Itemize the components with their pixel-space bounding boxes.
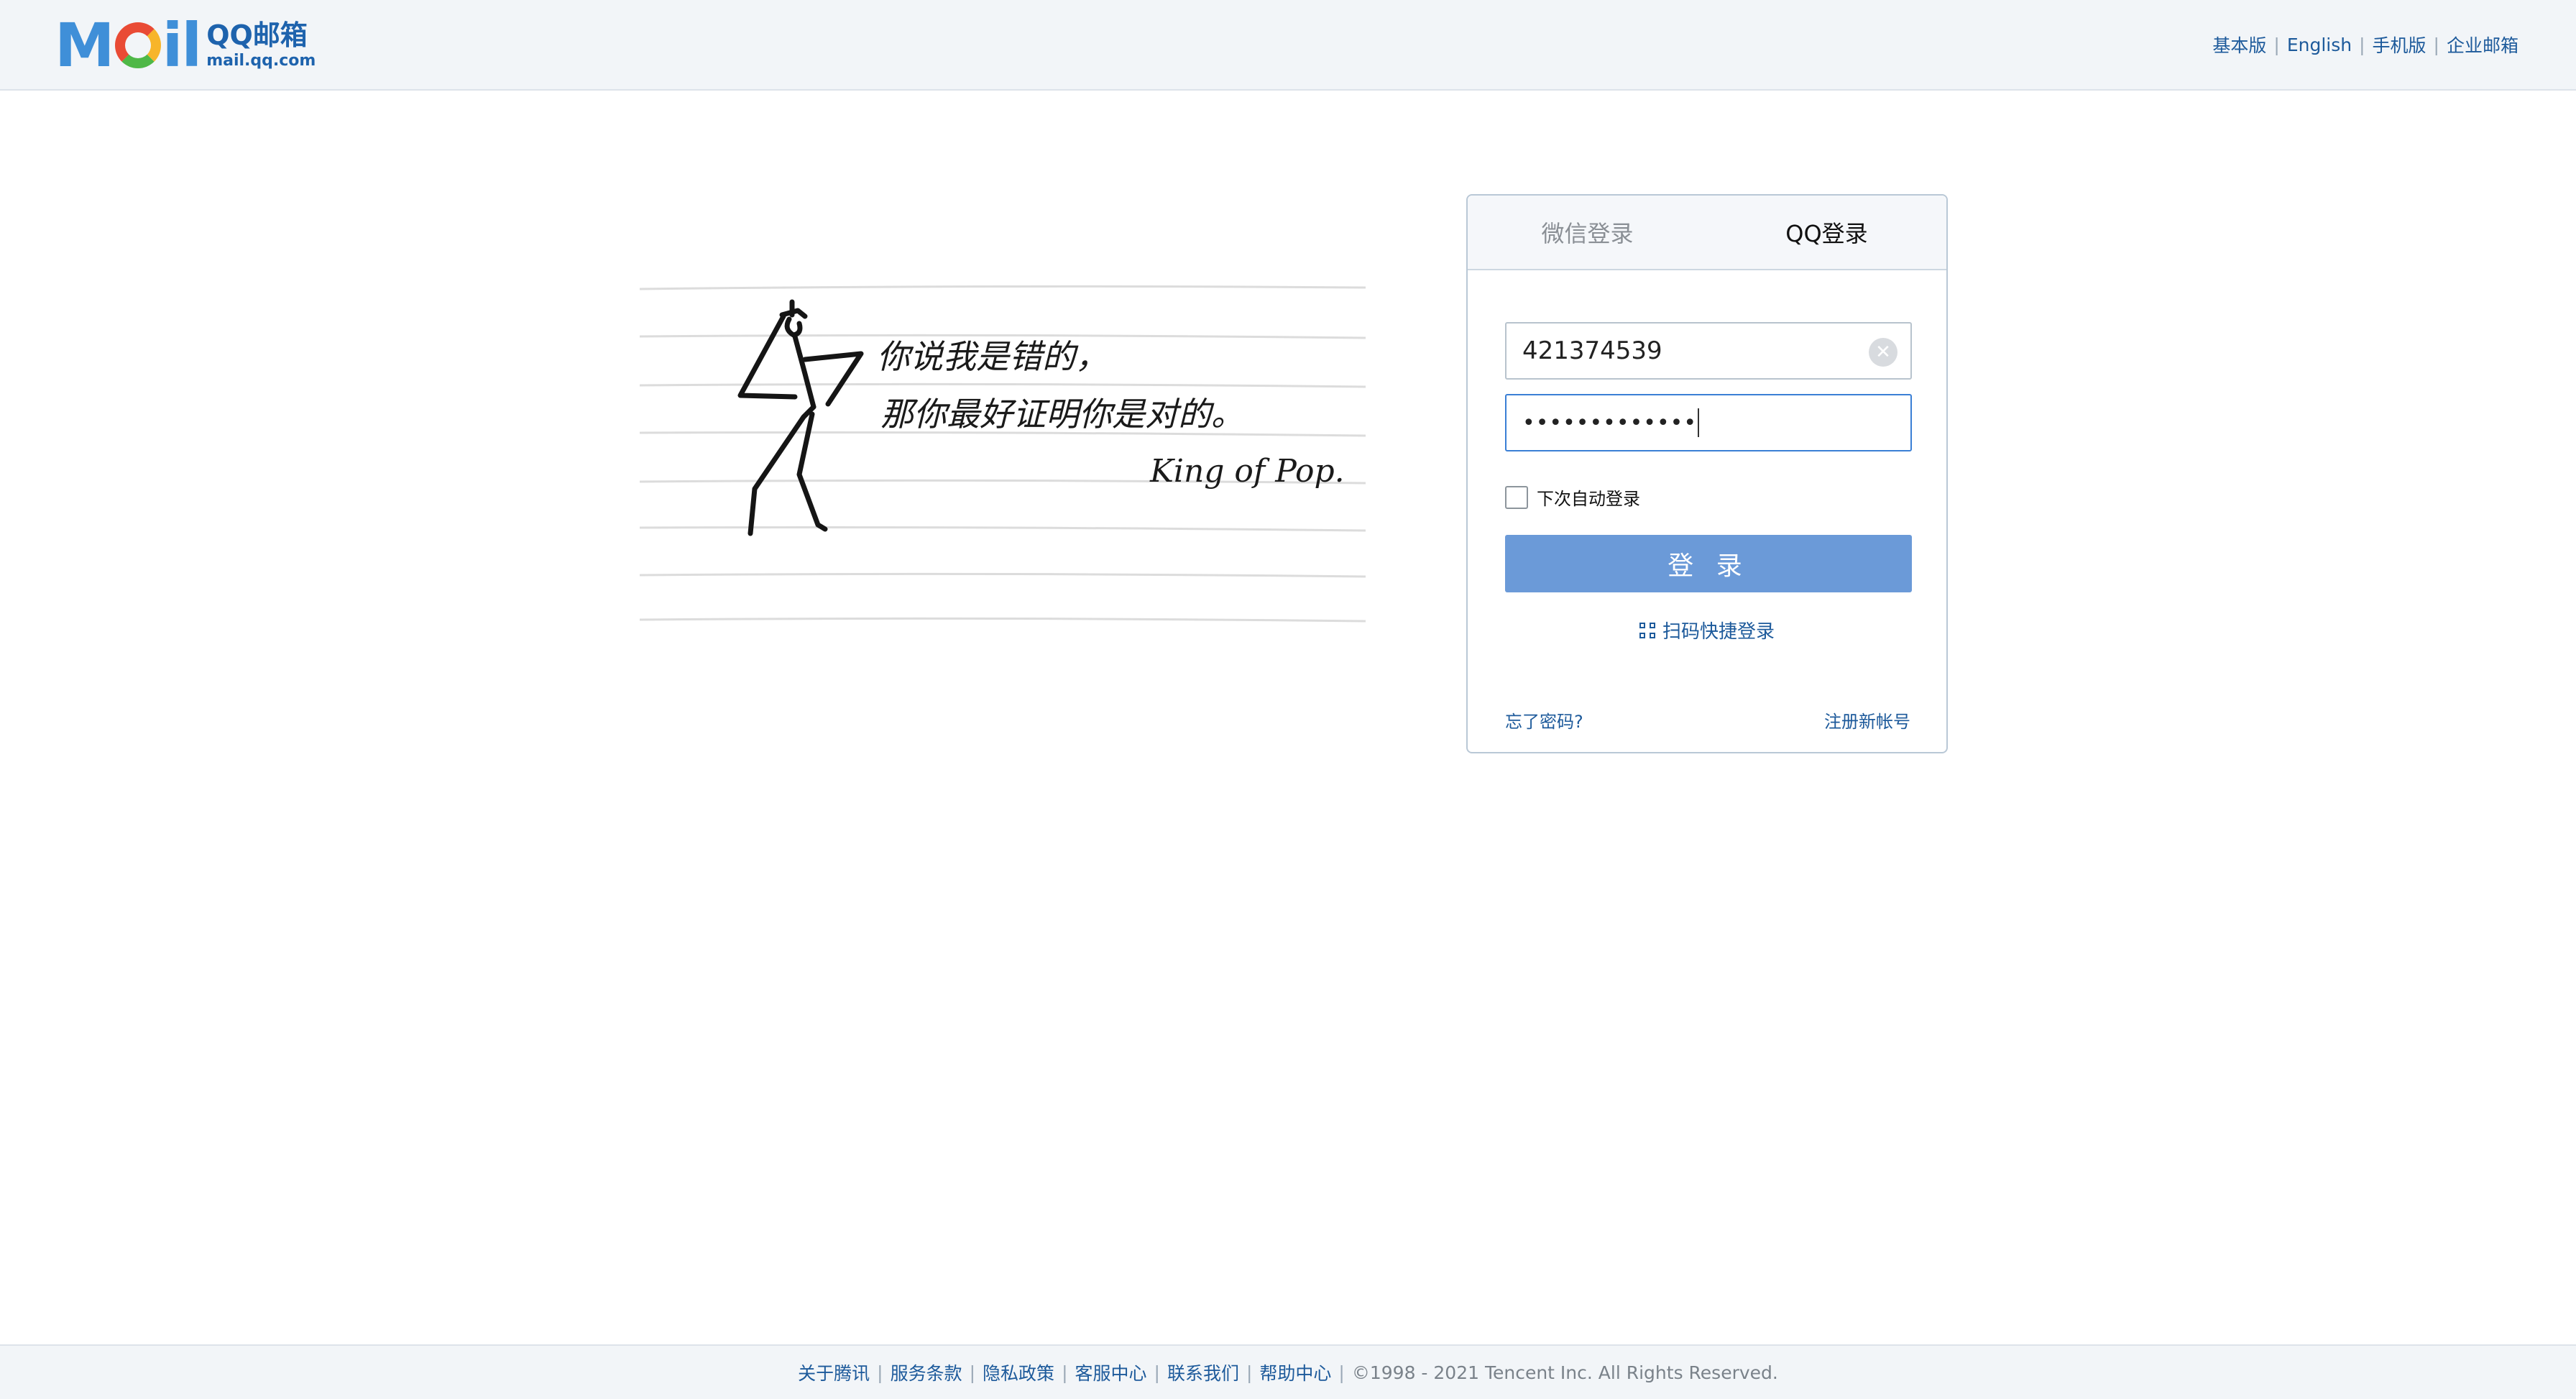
top-header: Mil QQ邮箱 mail.qq.com 基本版 | English | 手机版… [0, 0, 2576, 91]
login-button[interactable]: 登 录 [1505, 535, 1912, 592]
footer-link-help[interactable]: 帮助中心 [1259, 1359, 1331, 1385]
remember-label: 下次自动登录 [1537, 489, 1640, 509]
remember-checkbox[interactable] [1505, 485, 1528, 509]
tab-wechat-login[interactable]: 微信登录 [1468, 196, 1707, 269]
nav-basic-version[interactable]: 基本版 [2212, 32, 2266, 58]
footer-link-about[interactable]: 关于腾讯 [798, 1359, 870, 1385]
login-panel: 微信登录 QQ登录 421374539 ✕ ••••••••••••• 下次自动… [1466, 194, 1948, 753]
nav-mobile-version[interactable]: 手机版 [2373, 32, 2426, 58]
footer-link-service[interactable]: 客服中心 [1075, 1359, 1147, 1385]
account-value: 421374539 [1522, 336, 1662, 365]
text-caret [1698, 408, 1700, 437]
quote-line-2: 那你最好证明你是对的。 [880, 395, 1244, 434]
king-of-pop-illustration: 你说我是错的， 那你最好证明你是对的。 King of Pop. [639, 285, 1366, 623]
quote-signature: King of Pop. [1149, 453, 1345, 490]
tab-qq-login[interactable]: QQ登录 [1707, 196, 1946, 269]
register-link[interactable]: 注册新帐号 [1824, 707, 1910, 733]
forgot-password-link[interactable]: 忘了密码? [1505, 707, 1583, 733]
qq-mail-logo[interactable]: Mil QQ邮箱 mail.qq.com [55, 10, 316, 81]
qr-login-link[interactable]: 扫码快捷登录 [1468, 617, 1946, 643]
account-input[interactable]: 421374539 ✕ [1505, 322, 1912, 380]
top-nav: 基本版 | English | 手机版 | 企业邮箱 [2212, 32, 2518, 58]
footer-link-privacy[interactable]: 隐私政策 [983, 1359, 1054, 1385]
page-footer: 关于腾讯 | 服务条款 | 隐私政策 | 客服中心 | 联系我们 | 帮助中心 … [0, 1344, 2576, 1399]
nav-enterprise-mail[interactable]: 企业邮箱 [2447, 32, 2518, 58]
footer-link-terms[interactable]: 服务条款 [891, 1359, 962, 1385]
quote-line-1: 你说我是错的， [877, 337, 1108, 376]
qr-code-icon [1639, 622, 1655, 638]
login-bottom-links: 忘了密码? 注册新帐号 [1505, 707, 1910, 733]
logo-title: QQ邮箱 [206, 19, 308, 51]
login-tabs: 微信登录 QQ登录 [1468, 196, 1946, 270]
password-mask: ••••••••••••• [1522, 410, 1698, 436]
clear-icon[interactable]: ✕ [1869, 338, 1898, 367]
logo-mark: Mil [55, 10, 202, 81]
nav-english[interactable]: English [2287, 35, 2352, 55]
remember-login-row[interactable]: 下次自动登录 [1505, 485, 1640, 510]
copyright-text: ©1998 - 2021 Tencent Inc. All Rights Res… [1351, 1362, 1778, 1383]
qr-login-label: 扫码快捷登录 [1662, 621, 1775, 643]
password-input[interactable]: ••••••••••••• [1505, 394, 1912, 451]
footer-link-contact[interactable]: 联系我们 [1167, 1359, 1239, 1385]
logo-subtitle: mail.qq.com [206, 52, 316, 70]
